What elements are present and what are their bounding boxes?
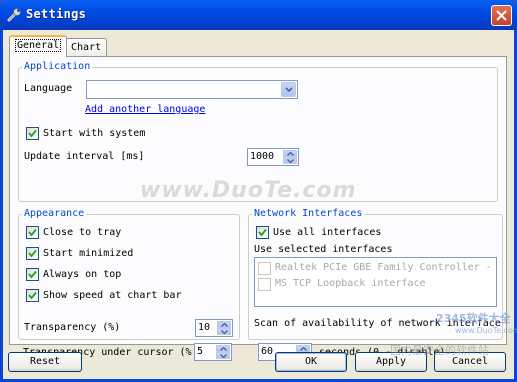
appearance-group-label: Appearance [22, 208, 87, 219]
scan-interval-up-button[interactable] [296, 345, 310, 352]
transparency-value: 10 [198, 322, 211, 333]
dialog-client: General Chart Application Language Add a… [3, 30, 514, 379]
tab-general[interactable]: General [9, 35, 68, 57]
chevron-up-icon [220, 347, 227, 351]
chevron-down-icon [221, 330, 228, 334]
general-panel: Application Language Add another languag… [9, 56, 507, 361]
checkmark-icon [28, 129, 37, 138]
chevron-down-icon [287, 159, 294, 163]
start-minimized-label: Start minimized [43, 248, 134, 259]
transparency-spinner[interactable]: 10 [195, 319, 233, 337]
start-minimized-checkbox[interactable] [26, 247, 39, 260]
transparency-cursor-value: 5 [197, 346, 204, 357]
add-language-link[interactable]: Add another language [85, 104, 205, 115]
close-button[interactable] [491, 5, 512, 26]
title-bar[interactable]: Settings [0, 0, 517, 30]
checkmark-icon [28, 270, 37, 279]
start-with-system-label: Start with system [43, 128, 146, 139]
chevron-up-icon [300, 347, 307, 351]
apply-button[interactable]: Apply [355, 352, 427, 372]
language-select[interactable] [86, 80, 298, 99]
checkmark-icon [258, 228, 267, 237]
update-interval-spinner[interactable]: 1000 [247, 148, 299, 166]
use-selected-label: Use selected interfaces [254, 244, 393, 255]
ok-button[interactable]: OK [275, 352, 347, 372]
tab-chart[interactable]: Chart [65, 38, 108, 58]
chevron-down-icon [220, 354, 227, 358]
tab-chart-label: Chart [71, 42, 102, 53]
cancel-button[interactable]: Cancel [434, 352, 506, 372]
interface-checkbox[interactable] [258, 262, 271, 275]
start-with-system-checkbox[interactable] [26, 127, 39, 140]
reset-button[interactable]: Reset [8, 352, 82, 372]
network-group-label: Network Interfaces [252, 208, 365, 219]
show-speed-checkbox[interactable] [26, 289, 39, 302]
transparency-cursor-spinner[interactable]: 5 [194, 343, 232, 361]
checkmark-icon [28, 291, 37, 300]
use-all-interfaces-label: Use all interfaces [273, 227, 382, 238]
checkmark-icon [28, 249, 37, 258]
chevron-up-icon [221, 323, 228, 327]
close-to-tray-checkbox[interactable] [26, 226, 39, 239]
transparency-label: Transparency (%) [24, 322, 121, 333]
interface-label: MS TCP Loopback interface [275, 278, 426, 289]
update-interval-down-button[interactable] [283, 157, 297, 164]
language-dropdown-button[interactable] [281, 82, 296, 97]
checkmark-icon [28, 228, 37, 237]
tab-general-label: General [15, 39, 62, 52]
language-label: Language [24, 83, 73, 94]
appearance-group: Appearance Close to tray Start minimized… [18, 208, 240, 340]
window-title: Settings [26, 7, 87, 21]
transparency-cursor-up-button[interactable] [216, 345, 230, 352]
transparency-down-button[interactable] [217, 328, 231, 335]
update-interval-label: Update interval [ms] [24, 151, 145, 162]
application-group-label: Application [22, 61, 93, 72]
update-interval-up-button[interactable] [283, 150, 297, 157]
always-on-top-checkbox[interactable] [26, 268, 39, 281]
chevron-up-icon [287, 152, 294, 156]
application-group: Application Language Add another languag… [18, 61, 498, 202]
scan-label: Scan of availability of network interfac… [254, 318, 501, 329]
update-interval-value: 1000 [250, 151, 275, 162]
show-speed-label: Show speed at chart bar [43, 290, 182, 301]
scan-interval-value: 60 [261, 346, 274, 357]
interface-label: Realtek PCIe GBE Family Controller - [275, 262, 492, 273]
always-on-top-label: Always on top [43, 269, 122, 280]
settings-window: Settings General Chart Application Langu… [0, 0, 517, 382]
network-interfaces-group: Network Interfaces Use all interfaces Us… [248, 208, 503, 340]
use-all-interfaces-checkbox[interactable] [256, 226, 269, 239]
transparency-up-button[interactable] [217, 321, 231, 328]
interfaces-list[interactable]: Realtek PCIe GBE Family Controller - MS … [254, 257, 497, 307]
close-icon [496, 10, 507, 21]
interface-checkbox[interactable] [258, 278, 271, 291]
transparency-cursor-down-button[interactable] [216, 352, 230, 359]
close-to-tray-label: Close to tray [43, 227, 122, 238]
chevron-down-icon [285, 87, 293, 93]
wrench-icon [7, 8, 21, 22]
